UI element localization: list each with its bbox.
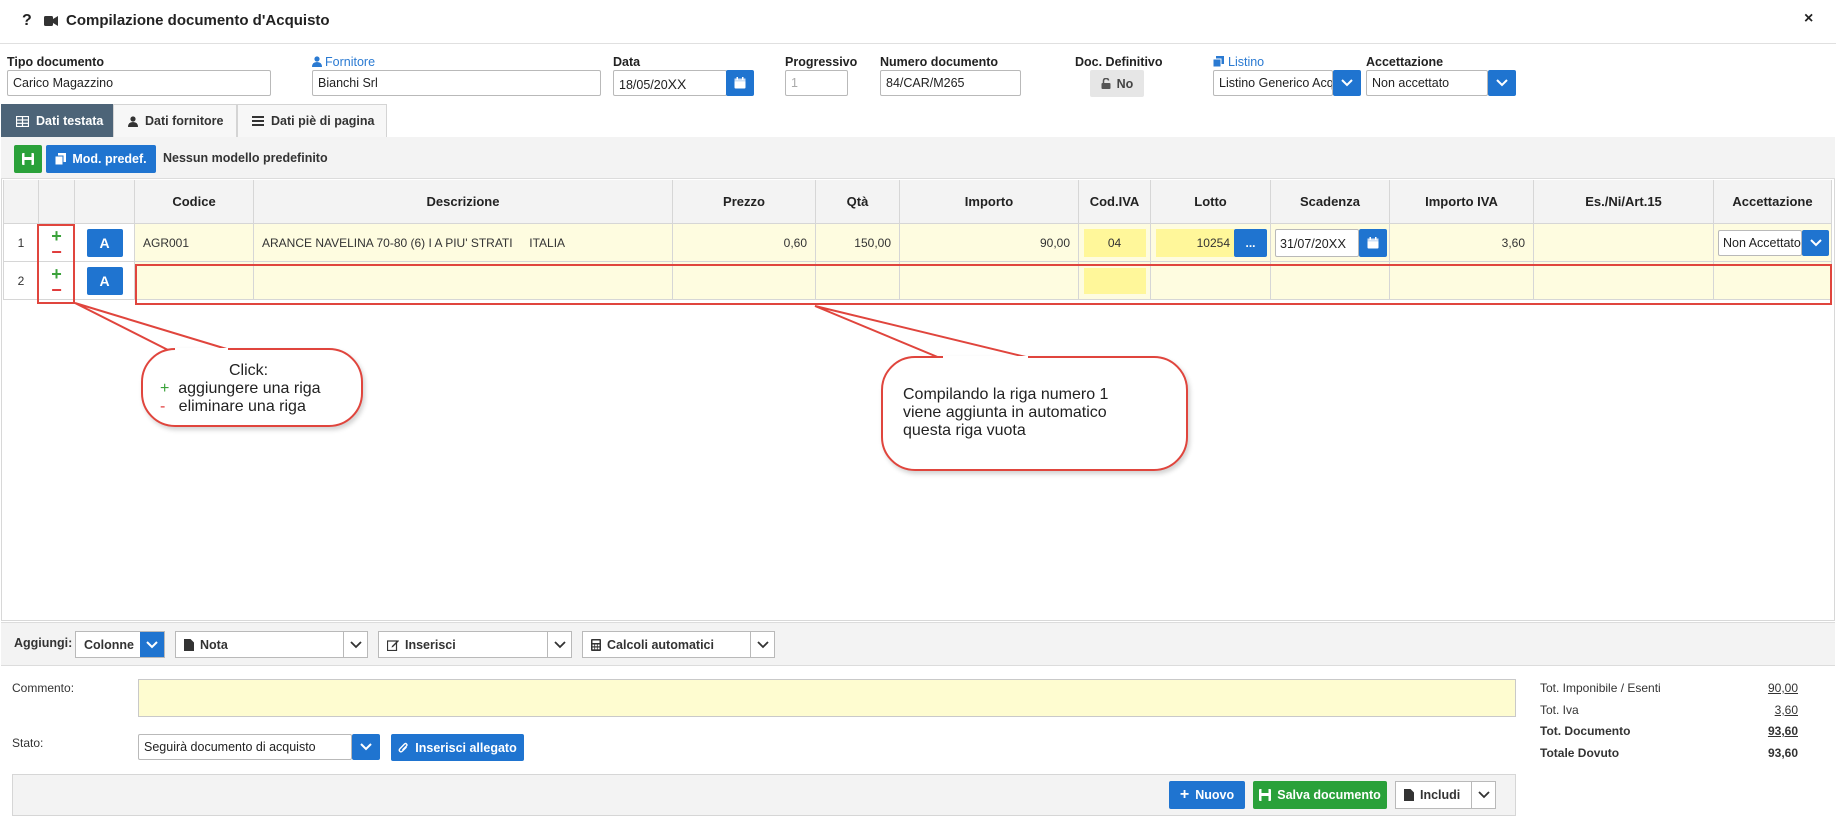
totale-dovuto-value: 93,60 [1767, 746, 1798, 760]
colonne-label: Colonne [84, 637, 134, 652]
chevron-down-icon [553, 640, 566, 648]
salva-documento-label: Salva documento [1277, 788, 1381, 802]
calcoli-label: Calcoli automatici [607, 637, 714, 652]
paperclip-icon [398, 742, 408, 753]
stato-dropdown-button[interactable] [352, 734, 380, 760]
inserisci-dropdown-arrow[interactable] [547, 632, 571, 657]
stato-select[interactable]: Seguirà documento di acquisto [138, 734, 352, 760]
chevron-down-icon [349, 640, 362, 648]
chevron-down-icon [146, 640, 158, 648]
aggiungi-label: Aggiungi: [14, 636, 73, 650]
tot-iva-value: 3,60 [1774, 703, 1798, 717]
tot-iva-label: Tot. Iva [1540, 703, 1579, 717]
inserisci-allegato-label: Inserisci allegato [415, 740, 517, 755]
tot-imponibile-label: Tot. Imponibile / Esenti [1540, 681, 1661, 695]
tot-imponibile-value: 90,00 [1767, 681, 1798, 695]
calculator-icon [591, 638, 601, 651]
inserisci-dropdown[interactable]: Inserisci [378, 631, 572, 658]
save-icon [1259, 789, 1272, 801]
nota-dropdown[interactable]: Nota [175, 631, 368, 658]
stato-label: Stato: [12, 736, 44, 750]
file-icon [184, 638, 194, 651]
colonne-dropdown[interactable]: Colonne [75, 631, 165, 658]
inserisci-allegato-button[interactable]: Inserisci allegato [391, 734, 524, 761]
calcoli-dropdown-arrow[interactable] [750, 632, 774, 657]
calcoli-automatici-dropdown[interactable]: Calcoli automatici [582, 631, 775, 658]
file-icon [1404, 789, 1414, 801]
colonne-dropdown-arrow[interactable] [140, 632, 164, 657]
chevron-down-icon [360, 743, 372, 751]
includi-dropdown-arrow[interactable] [1471, 782, 1495, 808]
chevron-down-icon [756, 640, 769, 648]
salva-documento-button[interactable]: Salva documento [1253, 781, 1387, 809]
tot-documento-value: 93,60 [1767, 724, 1798, 738]
edit-icon [387, 639, 399, 651]
chevron-down-icon [1477, 791, 1490, 799]
nuovo-button[interactable]: + Nuovo [1169, 781, 1245, 809]
totale-dovuto-label: Totale Dovuto [1540, 746, 1620, 760]
nuovo-label: Nuovo [1195, 788, 1235, 802]
inserisci-label: Inserisci [405, 637, 456, 652]
nota-dropdown-arrow[interactable] [343, 632, 367, 657]
tot-documento-label: Tot. Documento [1540, 724, 1631, 738]
commento-label: Commento: [12, 681, 75, 695]
includi-label: Includi [1420, 788, 1461, 802]
includi-dropdown[interactable]: Includi [1395, 781, 1496, 809]
nota-label: Nota [200, 637, 228, 652]
commento-field[interactable] [138, 679, 1516, 717]
plus-icon: + [1179, 786, 1190, 803]
